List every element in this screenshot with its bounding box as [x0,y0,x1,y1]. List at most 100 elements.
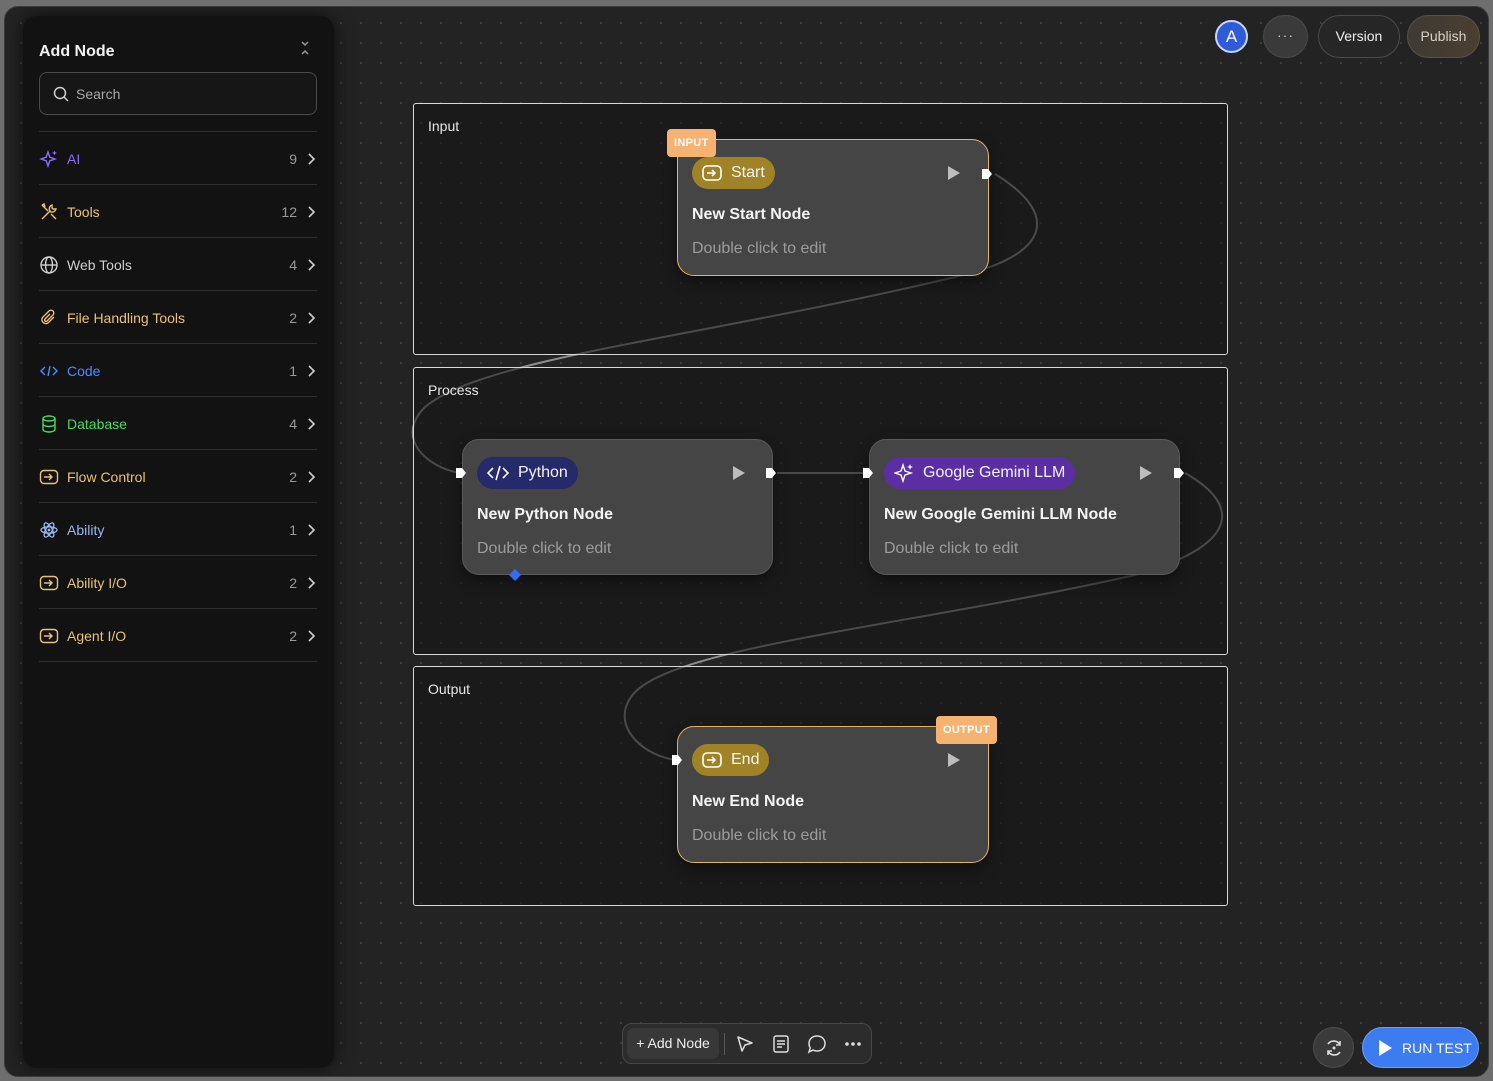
node-subtitle: Double click to edit [692,827,827,844]
input-port[interactable] [455,467,467,479]
note-icon[interactable] [771,1034,791,1054]
search-box[interactable] [39,72,317,115]
start-pill: Start [692,157,775,189]
code-icon [487,465,509,481]
node-title: New End Node [692,793,805,810]
output-port[interactable] [1173,467,1185,479]
search-icon [53,86,69,102]
publish-button[interactable]: Publish [1407,15,1480,58]
pill-label: End [731,751,760,768]
version-button[interactable]: Version [1318,15,1400,58]
sparkles-icon [38,149,59,169]
output-port[interactable] [981,168,993,180]
category-item[interactable]: Tools 12 [39,185,317,238]
category-label: File Handling Tools [67,310,186,326]
group-label: Process [428,382,479,398]
workflow-canvas[interactable]: Input Process Output Start New Start Nod… [4,6,1489,1077]
panel-title: Add Node [39,43,115,60]
comment-icon[interactable] [807,1034,827,1054]
category-label: Ability I/O [67,575,127,591]
paperclip-icon [39,308,59,328]
category-item[interactable]: Ability 1 [39,503,317,556]
output-tag: OUTPUT [936,716,998,744]
category-label: Database [67,416,127,432]
node-title: New Python Node [477,506,614,523]
chevron-right-icon [308,259,316,271]
run-test-label: RUN TEST [1402,1040,1472,1056]
chevron-right-icon [308,153,316,165]
code-icon [39,361,59,381]
category-item[interactable]: Ability I/O 2 [39,556,317,609]
pill-label: Python [518,464,568,481]
refresh-button[interactable] [1313,1027,1354,1068]
globe-icon [39,255,59,275]
end-node[interactable]: End New End Node Double click to edit [677,726,989,863]
gemini-node[interactable]: Google Gemini LLM New Google Gemini LLM … [869,439,1180,575]
play-icon[interactable] [948,753,960,767]
diamond-handle[interactable] [509,569,521,581]
pill-label: Start [731,164,765,181]
play-icon[interactable] [948,166,960,180]
more-button[interactable]: ··· [1263,15,1308,58]
category-item[interactable]: Web Tools 4 [39,238,317,291]
cursor-icon[interactable] [735,1034,755,1054]
category-item[interactable]: Agent I/O 2 [39,609,317,662]
bottom-toolbar: + Add Node [622,1023,872,1064]
play-icon[interactable] [1140,466,1152,480]
python-pill: Python [477,457,578,489]
divider [724,1033,725,1055]
chevron-right-icon [308,206,316,218]
category-count: 4 [289,416,297,432]
end-pill: End [692,744,770,776]
enter-icon [702,165,722,181]
category-label: Web Tools [67,257,132,273]
refresh-icon [1327,1040,1341,1056]
category-label: Flow Control [67,469,146,485]
category-item[interactable]: Code 1 [39,344,317,397]
avatar[interactable]: A [1215,20,1248,53]
add-node-button[interactable]: + Add Node [627,1028,719,1059]
input-port[interactable] [671,754,683,766]
python-node[interactable]: Python New Python Node Double click to e… [462,439,773,575]
category-count: 1 [289,522,297,538]
node-subtitle: Double click to edit [884,540,1019,557]
chevron-right-icon [308,471,316,483]
gemini-pill: Google Gemini LLM [884,457,1076,489]
category-count: 1 [289,363,297,379]
search-input[interactable] [76,81,306,107]
play-icon[interactable] [733,466,745,480]
collapse-icon[interactable] [295,41,315,61]
category-label: Code [67,363,101,379]
enter-icon [39,573,59,593]
category-label: AI [67,151,81,167]
category-item[interactable]: Database 4 [39,397,317,450]
group-label: Input [428,118,460,134]
database-icon [39,414,59,434]
category-count: 2 [289,310,297,326]
node-subtitle: Double click to edit [477,540,612,557]
run-test-button[interactable]: RUN TEST [1362,1027,1479,1068]
category-count: 12 [281,204,297,220]
category-item[interactable]: AI 9 [38,132,317,185]
chevron-right-icon [308,365,316,377]
category-count: 2 [289,575,297,591]
more-icon[interactable] [843,1034,863,1054]
category-count: 2 [289,469,297,485]
node-title: New Google Gemini LLM Node [884,506,1117,523]
sparkles-icon [894,463,914,483]
group-label: Output [428,681,471,697]
enter-icon [39,626,59,646]
enter-icon [39,467,59,487]
output-port[interactable] [765,467,777,479]
start-node[interactable]: Start New Start Node Double click to edi… [677,139,989,276]
add-node-panel: Add Node AI 9 Tools 12 Web Tools 4 File … [23,16,334,1068]
chevron-right-icon [308,418,316,430]
atom-icon [39,520,59,540]
play-icon [1379,1040,1392,1056]
chevron-right-icon [308,630,316,642]
input-port[interactable] [862,467,874,479]
category-item[interactable]: File Handling Tools 2 [39,291,317,344]
input-tag: INPUT [667,129,716,157]
chevron-right-icon [308,312,316,324]
category-item[interactable]: Flow Control 2 [39,450,317,503]
